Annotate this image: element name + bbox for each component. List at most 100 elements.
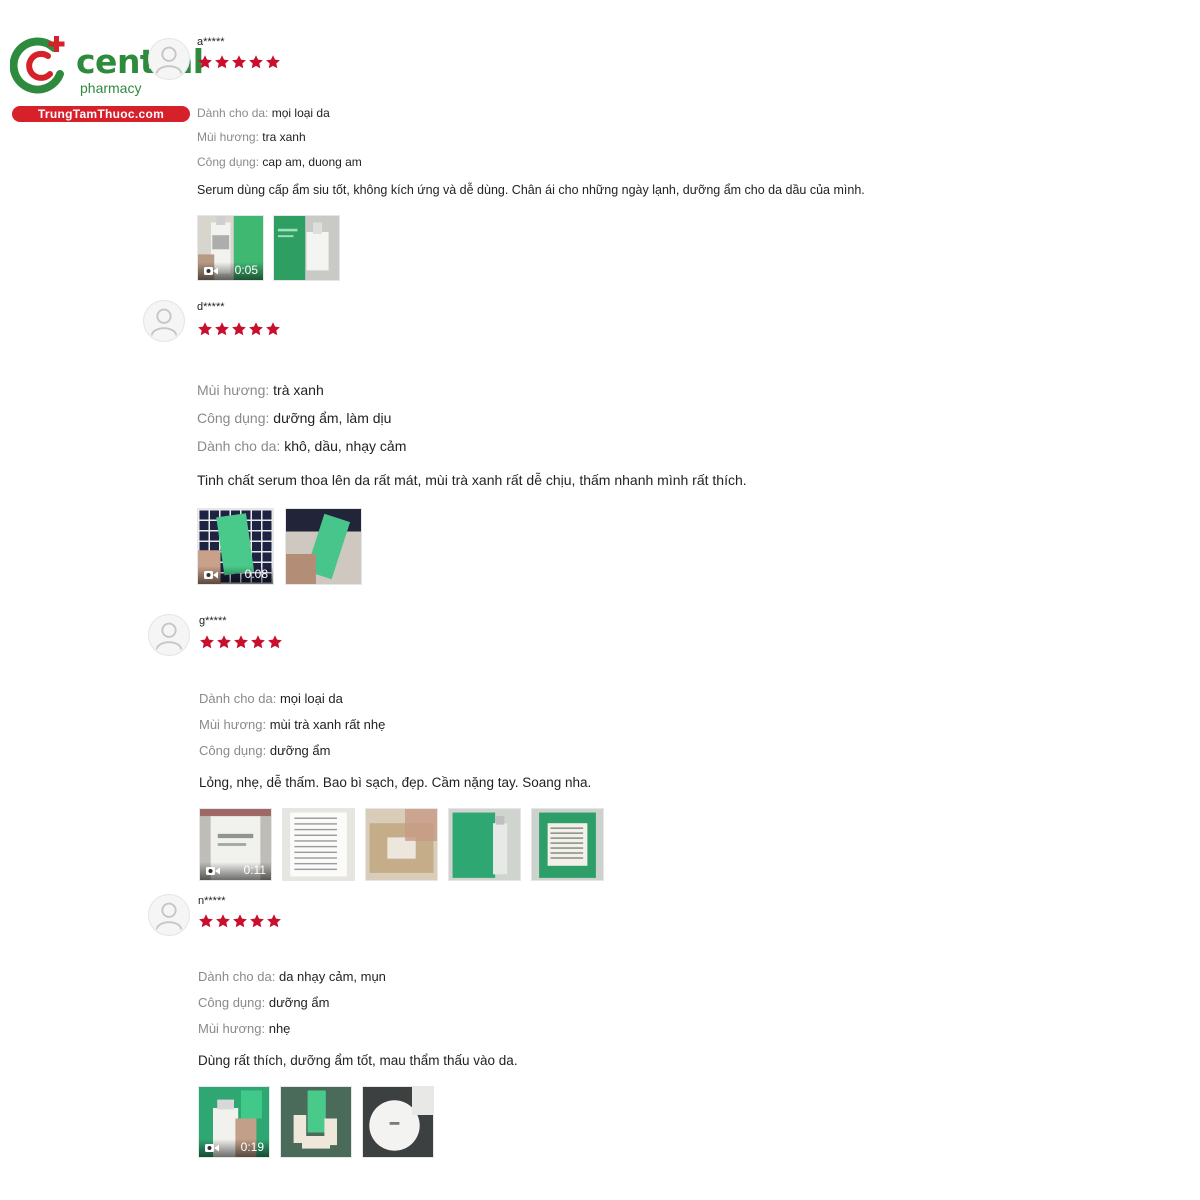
review-attribute: Công dụng: dưỡng ẩm	[198, 995, 329, 1010]
review-image-thumbnail[interactable]	[531, 808, 604, 881]
star-icon	[199, 914, 213, 928]
review-username: g*****	[199, 615, 227, 627]
attribute-key: Dành cho da:	[198, 969, 276, 984]
star-icon	[267, 914, 281, 928]
review-video-thumbnail[interactable]: 0:05	[197, 215, 264, 281]
attribute-value: dưỡng ẩm	[268, 995, 330, 1010]
review-attribute: Mùi hương: nhẹ	[198, 1021, 290, 1036]
review-image-thumbnail[interactable]	[282, 808, 355, 881]
star-icon	[268, 635, 282, 649]
rating-stars	[197, 54, 281, 70]
attribute-value: dưỡng ẩm	[269, 743, 331, 758]
attribute-value: mọi loại da	[271, 106, 330, 120]
video-camera-icon	[206, 867, 220, 875]
star-icon	[215, 55, 229, 69]
parcel-photo	[366, 809, 437, 880]
attribute-value: trà xanh	[273, 382, 324, 398]
green-box-back-photo	[532, 809, 603, 880]
attribute-value: khô, dầu, nhạy cảm	[284, 438, 407, 454]
attribute-key: Dành cho da:	[197, 106, 269, 120]
star-icon	[233, 914, 247, 928]
review-attribute: Dành cho da: mọi loại da	[199, 691, 343, 706]
review-media-list: 0:19	[198, 1086, 434, 1158]
review-attribute: Dành cho da: khô, dầu, nhạy cảm	[197, 438, 406, 454]
review-item: a***** Dành cho da: mọi loại da Mùi hương:…	[0, 30, 1200, 287]
review-attribute: Công dụng: dưỡng ẩm, làm dịu	[197, 410, 391, 426]
attribute-value: mùi trà xanh rất nhẹ	[269, 717, 386, 732]
green-box-held-photo	[286, 509, 361, 584]
rating-stars	[197, 321, 281, 337]
bottle-with-box-photo	[274, 216, 339, 280]
review-attribute: Mùi hương: mùi trà xanh rất nhẹ	[199, 717, 385, 732]
attribute-key: Mùi hương:	[197, 130, 259, 144]
star-icon	[251, 635, 265, 649]
review-media-list: 0:05	[197, 215, 340, 281]
product-set-photo	[281, 1087, 351, 1157]
star-icon	[217, 635, 231, 649]
video-duration: 0:11	[243, 863, 266, 877]
star-icon	[200, 635, 214, 649]
video-duration: 0:05	[234, 263, 258, 277]
review-comment: Dùng rất thích, dưỡng ẩm tốt, mau thẩm t…	[198, 1053, 518, 1068]
attribute-key: Công dụng:	[198, 995, 266, 1010]
review-item: d***** Mùi hương: trà xanh Công dụng: dưỡn…	[0, 298, 1200, 591]
attribute-value: da nhạy cảm, mụn	[278, 969, 386, 984]
review-attribute: Mùi hương: tra xanh	[197, 130, 306, 144]
star-icon	[215, 322, 229, 336]
attribute-key: Mùi hương:	[198, 1021, 266, 1036]
star-icon	[234, 635, 248, 649]
star-icon	[232, 322, 246, 336]
review-image-thumbnail[interactable]	[285, 508, 362, 585]
review-item: n***** Dành cho da: da nhạy cảm, mụn Công …	[0, 892, 1200, 1164]
star-icon	[266, 322, 280, 336]
attribute-value: nhẹ	[268, 1021, 291, 1036]
review-comment: Lỏng, nhẹ, dễ thấm. Bao bì sạch, đẹp. Cầ…	[199, 775, 592, 790]
review-image-thumbnail[interactable]	[280, 1086, 352, 1158]
attribute-key: Mùi hương:	[199, 717, 267, 732]
review-username: a*****	[197, 36, 225, 48]
review-comment: Serum dùng cấp ẩm siu tốt, không kích ứn…	[197, 183, 865, 197]
attribute-key: Mùi hương:	[197, 382, 270, 398]
video-duration: 0:08	[244, 567, 268, 581]
user-avatar-icon[interactable]	[148, 894, 190, 936]
review-attribute: Công dụng: dưỡng ẩm	[199, 743, 330, 758]
green-box-with-bottle-photo	[449, 809, 520, 880]
video-duration: 0:19	[240, 1140, 264, 1154]
star-icon	[198, 322, 212, 336]
review-attribute: Mùi hương: trà xanh	[197, 382, 324, 398]
attribute-key: Dành cho da:	[199, 691, 277, 706]
attribute-key: Công dụng:	[197, 155, 260, 169]
review-attribute: Dành cho da: mọi loại da	[197, 106, 330, 120]
review-video-thumbnail[interactable]: 0:08	[197, 508, 274, 585]
review-comment: Tinh chất serum thoa lên da rất mát, mùi…	[197, 472, 747, 488]
review-attribute: Công dụng: cap am, duong am	[197, 155, 362, 169]
review-video-thumbnail[interactable]: 0:19	[198, 1086, 270, 1158]
review-image-thumbnail[interactable]	[448, 808, 521, 881]
rating-stars	[198, 913, 282, 929]
video-camera-icon	[204, 571, 218, 579]
cream-jar-photo	[363, 1087, 433, 1157]
star-icon	[232, 55, 246, 69]
video-camera-icon	[205, 1144, 219, 1152]
star-icon	[249, 322, 263, 336]
star-icon	[198, 55, 212, 69]
review-image-thumbnail[interactable]	[365, 808, 438, 881]
review-video-thumbnail[interactable]: 0:11	[199, 808, 272, 881]
attribute-value: mọi loại da	[279, 691, 343, 706]
user-avatar-icon[interactable]	[148, 38, 190, 80]
attribute-key: Công dụng:	[197, 410, 270, 426]
review-username: d*****	[197, 301, 225, 313]
user-avatar-icon[interactable]	[143, 300, 185, 342]
star-icon	[216, 914, 230, 928]
user-avatar-icon[interactable]	[148, 614, 190, 656]
attribute-value: tra xanh	[262, 130, 306, 144]
review-attribute: Dành cho da: da nhạy cảm, mụn	[198, 969, 386, 984]
review-media-list: 0:08	[197, 508, 362, 585]
review-image-thumbnail[interactable]	[273, 215, 340, 281]
review-image-thumbnail[interactable]	[362, 1086, 434, 1158]
rating-stars	[199, 634, 283, 650]
star-icon	[250, 914, 264, 928]
star-icon	[249, 55, 263, 69]
attribute-key: Công dụng:	[199, 743, 267, 758]
star-icon	[266, 55, 280, 69]
